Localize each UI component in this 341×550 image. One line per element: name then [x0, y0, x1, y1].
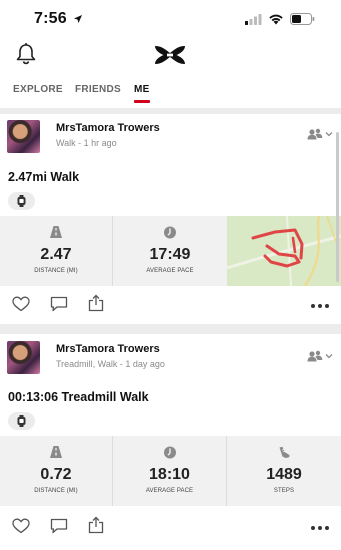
- more-options-icon[interactable]: [311, 526, 329, 530]
- comment-icon[interactable]: [50, 518, 68, 534]
- road-icon: [50, 226, 62, 238]
- bell-icon[interactable]: [15, 42, 37, 66]
- like-heart-icon[interactable]: [12, 296, 30, 312]
- friends-icon: [307, 350, 323, 362]
- workout-title[interactable]: 00:13:06 Treadmill Walk: [8, 390, 149, 404]
- post-actions: [0, 516, 341, 540]
- device-badge: [8, 412, 35, 430]
- friends-icon: [307, 128, 323, 140]
- privacy-friends-dropdown[interactable]: [307, 350, 333, 362]
- pace-clock-icon: [164, 226, 176, 239]
- activity-subtitle: Walk - 1 hr ago: [56, 138, 117, 148]
- device-badge: [8, 192, 35, 210]
- workout-title[interactable]: 2.47mi Walk: [8, 170, 79, 184]
- stat-distance: 0.72 DISTANCE (MI): [0, 436, 113, 506]
- privacy-friends-dropdown[interactable]: [307, 128, 333, 140]
- chevron-down-icon: [325, 132, 333, 137]
- tab-explore[interactable]: EXPLORE: [13, 84, 63, 95]
- status-time: 7:56: [34, 10, 67, 27]
- stat-value: 18:10: [149, 466, 190, 483]
- stat-label: DISTANCE (MI): [34, 488, 78, 494]
- stat-label: AVERAGE PACE: [146, 268, 194, 274]
- stat-steps: 1489 STEPS: [227, 436, 341, 506]
- like-heart-icon[interactable]: [12, 518, 30, 534]
- stat-value: 2.47: [40, 246, 72, 263]
- battery-icon: [290, 13, 315, 25]
- stat-label: DISTANCE (MI): [34, 268, 78, 274]
- stat-average-pace: 17:49 AVERAGE PACE: [113, 216, 227, 286]
- tab-me[interactable]: ME: [134, 84, 150, 103]
- share-icon[interactable]: [88, 294, 104, 312]
- more-options-icon[interactable]: [311, 304, 329, 308]
- app-header: [0, 38, 341, 74]
- stats-panel[interactable]: 0.72 DISTANCE (MI) 18:10 AVERAGE PACE 14…: [0, 436, 341, 506]
- stat-value: 17:49: [149, 246, 191, 263]
- user-name[interactable]: MrsTamora Trowers: [56, 122, 160, 134]
- activity-card: MrsTamora Trowers Treadmill, Walk - 1 da…: [0, 334, 341, 550]
- tab-friends[interactable]: FRIENDS: [75, 84, 121, 95]
- avatar[interactable]: [7, 341, 40, 374]
- watch-icon: [17, 415, 26, 427]
- stat-average-pace: 18:10 AVERAGE PACE: [113, 436, 227, 506]
- status-icons: [245, 13, 315, 25]
- section-divider: [0, 324, 341, 334]
- tab-bar: EXPLORE FRIENDS ME: [0, 84, 341, 104]
- pace-clock-icon: [163, 446, 176, 459]
- wifi-icon: [269, 14, 283, 25]
- route-map[interactable]: [227, 216, 341, 286]
- chevron-down-icon: [325, 354, 333, 359]
- scrollbar[interactable]: [336, 132, 339, 282]
- under-armour-logo: [155, 46, 185, 64]
- shoe-steps-icon: [279, 446, 290, 458]
- comment-icon[interactable]: [50, 296, 68, 312]
- stat-label: STEPS: [273, 488, 295, 494]
- status-bar: 7:56: [0, 0, 341, 38]
- stat-distance: 2.47 DISTANCE (MI): [0, 216, 113, 286]
- user-name[interactable]: MrsTamora Trowers: [56, 343, 160, 355]
- watch-icon: [17, 195, 26, 207]
- stat-value: 1489: [266, 466, 302, 483]
- stat-value: 0.72: [40, 466, 72, 483]
- location-arrow-icon: [74, 15, 82, 23]
- avatar[interactable]: [7, 120, 40, 153]
- share-icon[interactable]: [88, 516, 104, 534]
- stat-label: AVERAGE PACE: [145, 488, 194, 494]
- activity-subtitle: Treadmill, Walk - 1 day ago: [56, 359, 165, 369]
- post-actions: [0, 294, 341, 318]
- route-map-graphic: [227, 216, 341, 286]
- cellular-signal-icon: [245, 13, 262, 25]
- road-icon: [50, 446, 62, 458]
- activity-card: MrsTamora Trowers Walk - 1 hr ago 2.47mi…: [0, 114, 341, 324]
